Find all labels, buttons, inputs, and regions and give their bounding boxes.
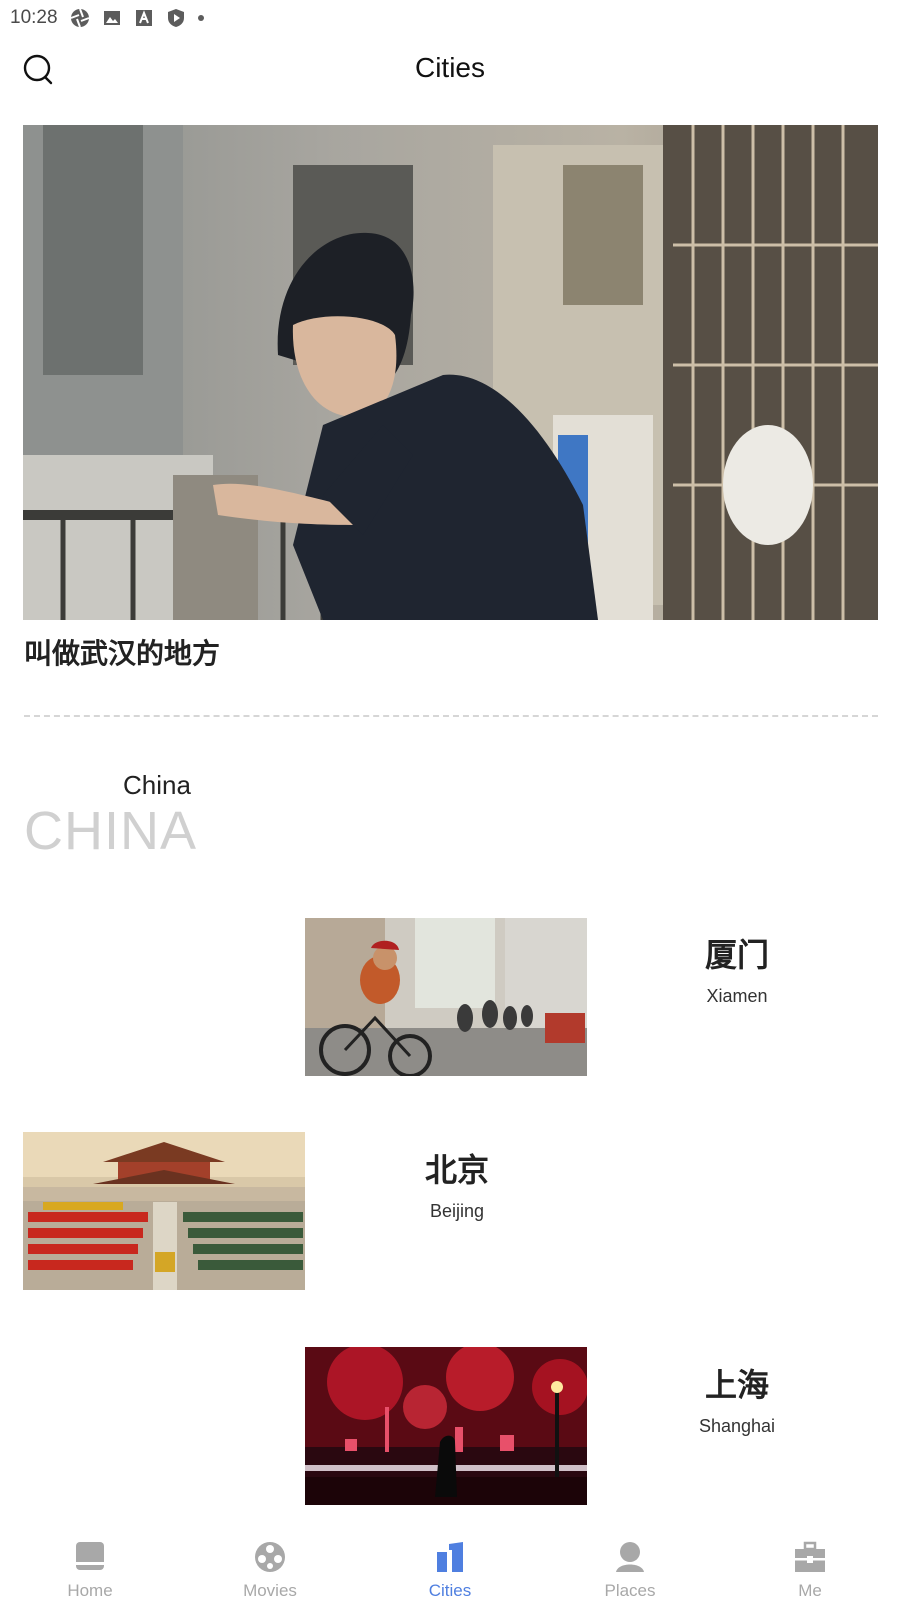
city-name-en: Beijing (429, 1201, 485, 1221)
person-pin-icon (613, 1540, 647, 1579)
city-image-shanghai[interactable] (305, 1347, 587, 1505)
briefcase-icon (793, 1540, 827, 1579)
font-a-icon (134, 8, 154, 28)
city-card-beijing[interactable]: 北京 Beijing (367, 1145, 547, 1222)
city-image-beijing[interactable] (23, 1132, 305, 1290)
nav-label: Me (798, 1581, 822, 1600)
notification-dot-icon (197, 15, 204, 21)
aperture-icon (70, 8, 90, 28)
city-name-cn: 上海 (704, 1366, 769, 1404)
home-icon (73, 1540, 107, 1579)
cities-icon (433, 1540, 467, 1579)
nav-label: Movies (243, 1581, 297, 1600)
nav-label: Places (604, 1581, 656, 1600)
city-image-xiamen[interactable] (305, 918, 587, 1076)
bottom-nav: Home Movies Cities Places Me (0, 1530, 900, 1600)
shield-icon (166, 8, 186, 28)
page-title: Cities (414, 52, 485, 83)
nav-item-home[interactable]: Home (0, 1530, 180, 1600)
city-name-en: Shanghai (698, 1416, 776, 1436)
film-reel-icon (253, 1540, 287, 1579)
divider (24, 715, 878, 717)
section-watermark: CHINA (24, 801, 198, 861)
city-name-cn: 北京 (424, 1151, 489, 1189)
nav-item-places[interactable]: Places (540, 1530, 720, 1600)
app-header: Cities (0, 44, 900, 94)
hero-image[interactable] (23, 125, 878, 620)
city-card-xiamen[interactable]: 厦门 Xiamen (647, 930, 827, 1007)
nav-item-movies[interactable]: Movies (180, 1530, 360, 1600)
city-name-en: Xiamen (706, 986, 768, 1006)
nav-label: Home (67, 1581, 113, 1600)
nav-label: Cities (428, 1581, 472, 1600)
section-label: China (123, 770, 191, 800)
status-time: 10:28 (10, 7, 58, 28)
status-bar: 10:28 (0, 0, 900, 36)
city-card-shanghai[interactable]: 上海 Shanghai (647, 1360, 827, 1437)
nav-item-me[interactable]: Me (720, 1530, 900, 1600)
image-icon (102, 8, 122, 28)
city-name-cn: 厦门 (704, 936, 769, 974)
nav-item-cities[interactable]: Cities (360, 1530, 540, 1600)
hero-caption[interactable]: 叫做武汉的地方 (24, 632, 220, 672)
